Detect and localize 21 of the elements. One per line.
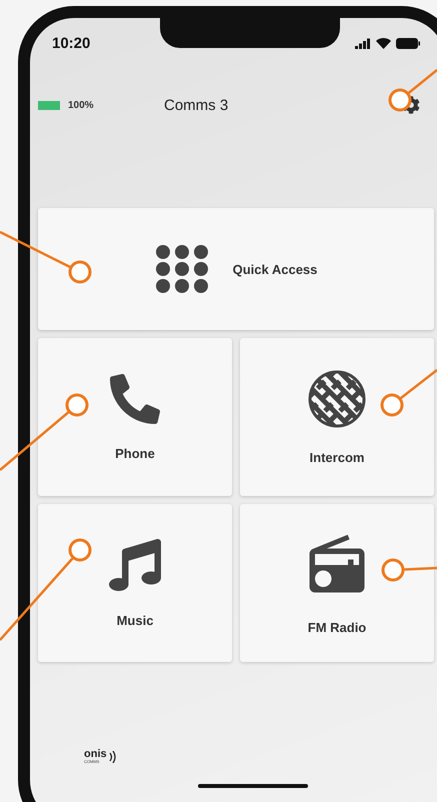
menu-tile[interactable]: FM Radio xyxy=(240,504,434,662)
menu-tile[interactable]: Intercom xyxy=(240,338,434,496)
battery-percent: 100% xyxy=(68,100,95,110)
logo-text: onis xyxy=(84,749,107,760)
callout-marker xyxy=(388,69,437,112)
phone-icon xyxy=(110,374,160,424)
menu-tile[interactable]: Music xyxy=(38,504,232,662)
waves-icon xyxy=(108,750,117,762)
battery-icon xyxy=(396,38,420,48)
music-note-icon xyxy=(109,538,161,590)
grid-icon xyxy=(154,245,209,293)
wifi-icon xyxy=(376,38,391,48)
woven-circle-icon xyxy=(308,370,366,428)
callout-marker xyxy=(382,558,437,582)
battery-level-bar xyxy=(38,100,60,110)
menu-tile[interactable]: Phone xyxy=(38,338,232,496)
signal-icon xyxy=(355,38,371,48)
status-time: 10:20 xyxy=(52,34,90,52)
menu-tile[interactable]: Quick Access xyxy=(38,208,434,330)
screen-title: Comms 3 xyxy=(164,96,230,114)
callout-marker xyxy=(380,369,437,416)
